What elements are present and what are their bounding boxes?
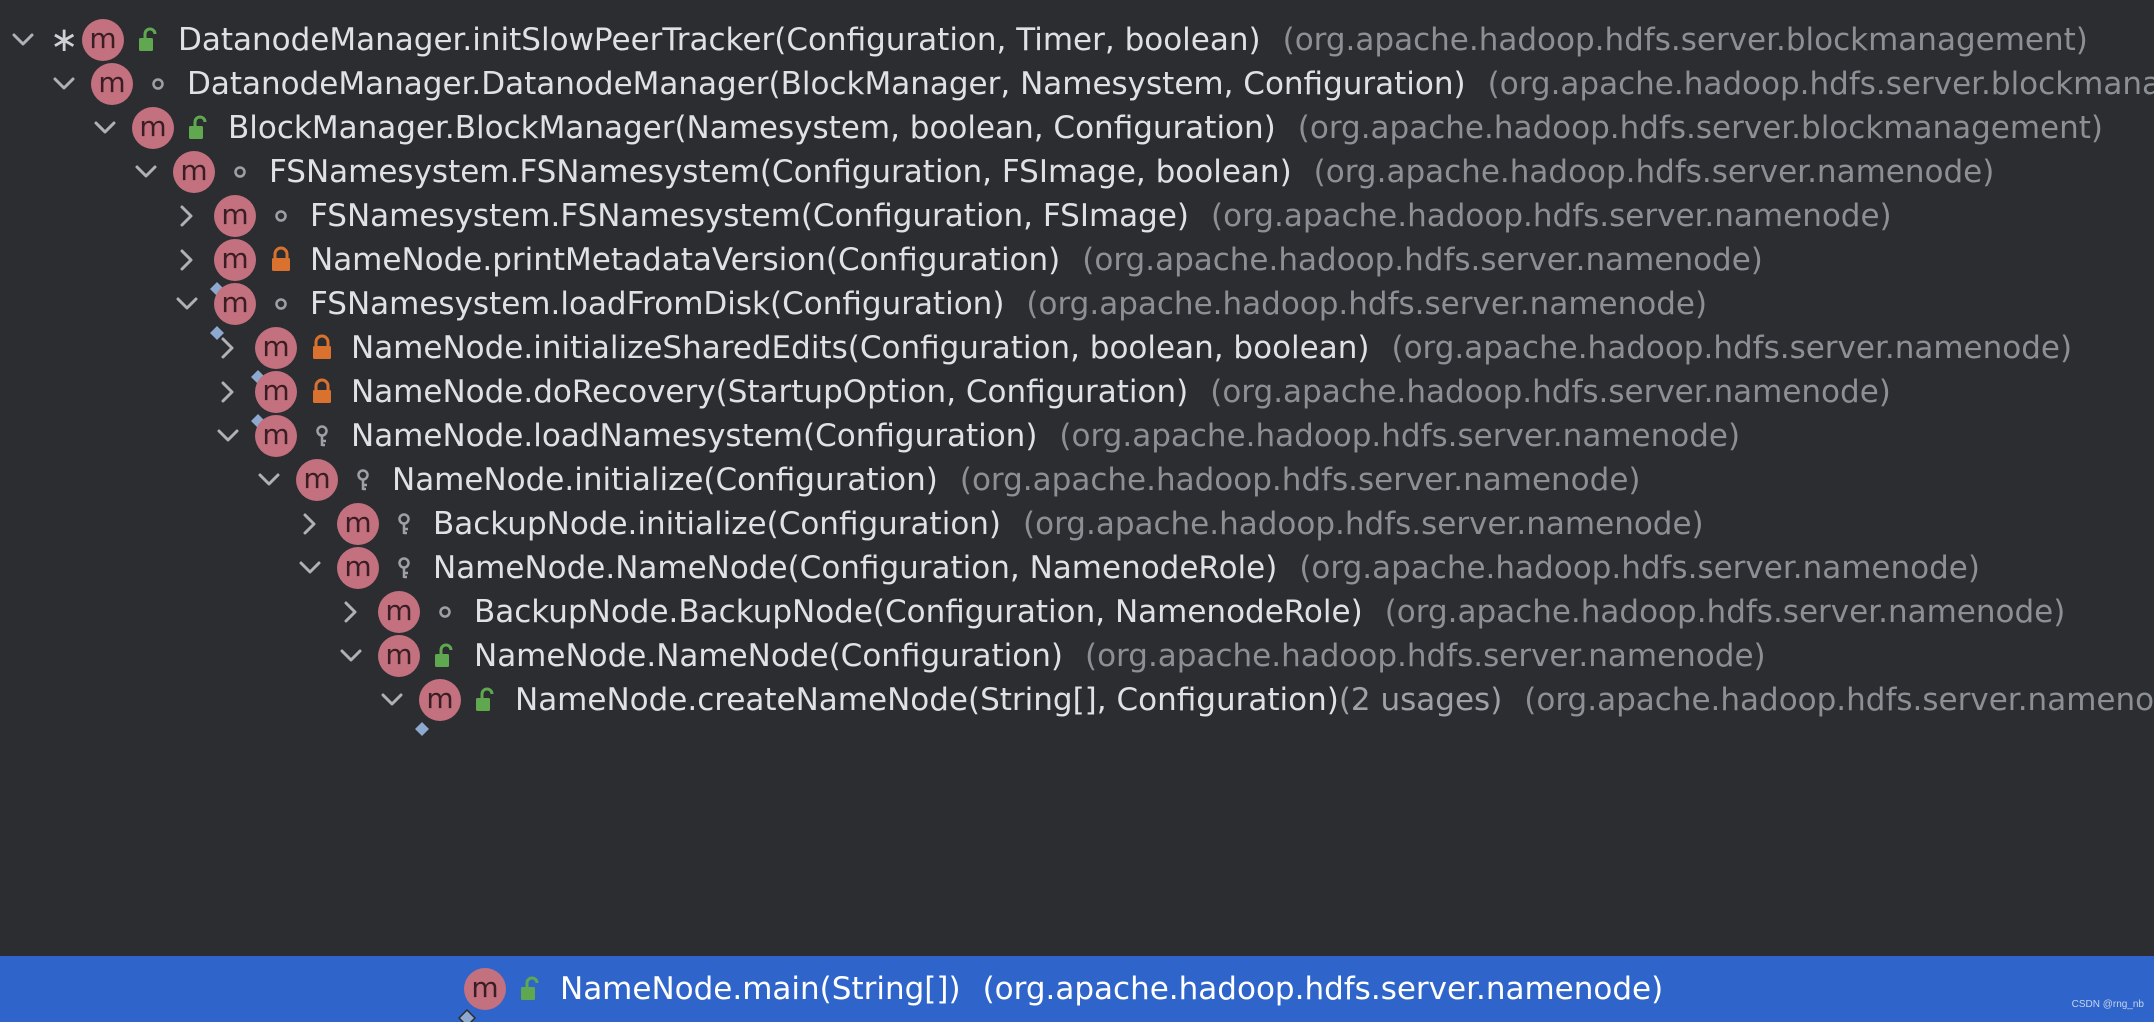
public-lock-icon bbox=[136, 25, 162, 55]
chevron-down-icon[interactable] bbox=[47, 67, 81, 101]
call-hierarchy-tree[interactable]: ∗ m DatanodeManager.initSlowPeerTracker(Co… bbox=[0, 0, 2154, 1022]
package-name: (org.apache.hadoop.hdfs.server.namenode) bbox=[982, 971, 1664, 1007]
chevron-down-icon[interactable] bbox=[375, 683, 409, 717]
chevron-down-icon[interactable] bbox=[211, 419, 245, 453]
method-signature: NameNode.main(String[]) bbox=[560, 971, 961, 1007]
tree-row-selected[interactable]: m NameNode.main(String[]) (org.apache.hado… bbox=[0, 956, 2154, 1022]
usage-count: (2 usages) bbox=[1338, 682, 1503, 718]
method-icon: m bbox=[412, 679, 461, 739]
protected-key-icon bbox=[350, 465, 376, 495]
package-name: (org.apache.hadoop.hdfs.server.namenode) bbox=[1524, 682, 2154, 718]
override-marker-icon bbox=[412, 709, 432, 739]
public-lock-icon bbox=[432, 641, 458, 671]
method-icon: m bbox=[457, 968, 506, 1022]
root-star-icon: ∗ bbox=[50, 20, 79, 60]
chevron-down-icon[interactable] bbox=[252, 463, 286, 497]
override-marker-icon bbox=[457, 998, 477, 1022]
chevron-right-icon[interactable] bbox=[211, 375, 245, 409]
chevron-down-icon[interactable] bbox=[170, 287, 204, 321]
chevron-right-icon[interactable] bbox=[211, 331, 245, 365]
chevron-down-icon[interactable] bbox=[293, 551, 327, 585]
chevron-down-icon[interactable] bbox=[88, 111, 122, 145]
protected-key-icon bbox=[309, 421, 335, 451]
method-signature: NameNode.createNameNode(String[], Config… bbox=[515, 682, 1339, 718]
public-lock-icon bbox=[473, 685, 499, 715]
package-private-icon bbox=[268, 289, 294, 319]
private-lock-icon bbox=[268, 245, 294, 275]
chevron-down-icon[interactable] bbox=[129, 155, 163, 189]
chevron-right-icon[interactable] bbox=[170, 199, 204, 233]
chevron-right-icon[interactable] bbox=[170, 243, 204, 277]
tree-row[interactable]: m NameNode.createNameNode(String[], Confi… bbox=[0, 670, 2154, 739]
package-private-icon bbox=[145, 69, 171, 99]
public-lock-icon bbox=[518, 974, 544, 1004]
package-private-icon bbox=[432, 597, 458, 627]
package-private-icon bbox=[227, 157, 253, 187]
chevron-down-icon[interactable] bbox=[6, 23, 40, 57]
private-lock-icon bbox=[309, 333, 335, 363]
chevron-right-icon[interactable] bbox=[334, 595, 368, 629]
watermark: CSDN @rng_nb bbox=[2071, 999, 2144, 1010]
chevron-right-icon[interactable] bbox=[293, 507, 327, 541]
public-lock-icon bbox=[186, 113, 212, 143]
package-private-icon bbox=[268, 201, 294, 231]
protected-key-icon bbox=[391, 553, 417, 583]
chevron-down-icon[interactable] bbox=[334, 639, 368, 673]
protected-key-icon bbox=[391, 509, 417, 539]
private-lock-icon bbox=[309, 377, 335, 407]
